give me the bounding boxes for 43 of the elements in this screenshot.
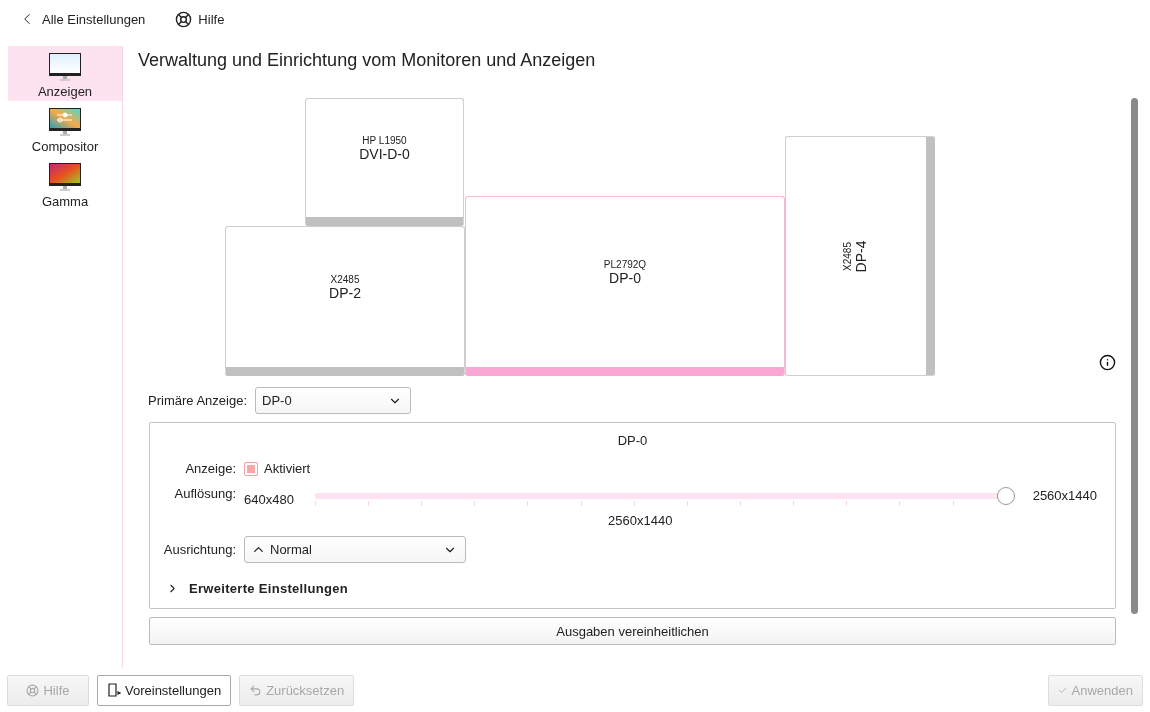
panel-title: DP-0	[617, 433, 648, 448]
document-icon	[107, 683, 121, 697]
slider-thumb[interactable]	[996, 486, 1015, 505]
advanced-settings-toggle[interactable]: Erweiterte Einstellungen	[166, 581, 1115, 596]
display-label: Anzeige:	[184, 461, 236, 476]
resolution-max: 2560x1440	[1032, 488, 1097, 503]
sidebar-item[interactable]: Gamma	[8, 156, 122, 211]
enabled-checkbox[interactable]	[244, 461, 258, 476]
color-monitor-icon	[48, 162, 82, 192]
orientation-select[interactable]: Normal	[244, 536, 466, 563]
monitor-model: PL2792Q	[603, 258, 647, 270]
monitor-output: DP-4	[853, 240, 870, 272]
unify-outputs-button[interactable]: Ausgaben vereinheitlichen	[149, 617, 1116, 645]
primary-display-label: Primäre Anzeige:	[148, 393, 247, 408]
monitor-output: DP-0	[609, 269, 641, 286]
sidebar-item[interactable]: Compositor	[8, 101, 122, 156]
monitor-tile[interactable]: PL2792Q DP-0	[465, 196, 785, 376]
monitor-model: HP L1950	[362, 134, 407, 146]
page-title: Verwaltung und Einrichtung vom Monitoren und Anzeigen	[138, 50, 597, 71]
monitor-tile[interactable]: X2485 DP-4	[785, 136, 935, 376]
back-button[interactable]: Alle Einstellungen	[14, 8, 150, 30]
resolution-value: 2560x1440	[608, 513, 673, 528]
enabled-label: Aktiviert	[264, 461, 311, 476]
resolution-min: 640x480	[244, 492, 294, 507]
monitor-tile[interactable]: HP L1950 DVI-D-0	[305, 98, 464, 226]
scrollbar[interactable]	[1131, 98, 1138, 614]
primary-display-select[interactable]: DP-0	[255, 387, 411, 414]
undo-icon	[249, 683, 263, 697]
monitor-sliders-icon	[48, 107, 82, 137]
help-button[interactable]: Hilfe	[171, 8, 229, 30]
monitor-output: DP-2	[329, 284, 361, 301]
resolution-label: Auflösung:	[173, 486, 236, 501]
lifebuoy-icon	[175, 10, 193, 28]
sidebar-item[interactable]: Anzeigen	[8, 46, 122, 101]
monitor-tile[interactable]: X2485 DP-2	[225, 226, 465, 376]
monitor-output: DVI-D-0	[359, 145, 410, 162]
monitor-icon	[48, 52, 82, 82]
footer-button[interactable]: Voreinstellungen	[97, 674, 232, 706]
monitor-model: X2485	[330, 273, 360, 285]
lifebuoy-icon	[26, 683, 40, 697]
info-icon[interactable]	[1099, 354, 1116, 371]
monitor-model: X2485	[842, 241, 854, 271]
orientation-label: Ausrichtung:	[162, 542, 236, 557]
